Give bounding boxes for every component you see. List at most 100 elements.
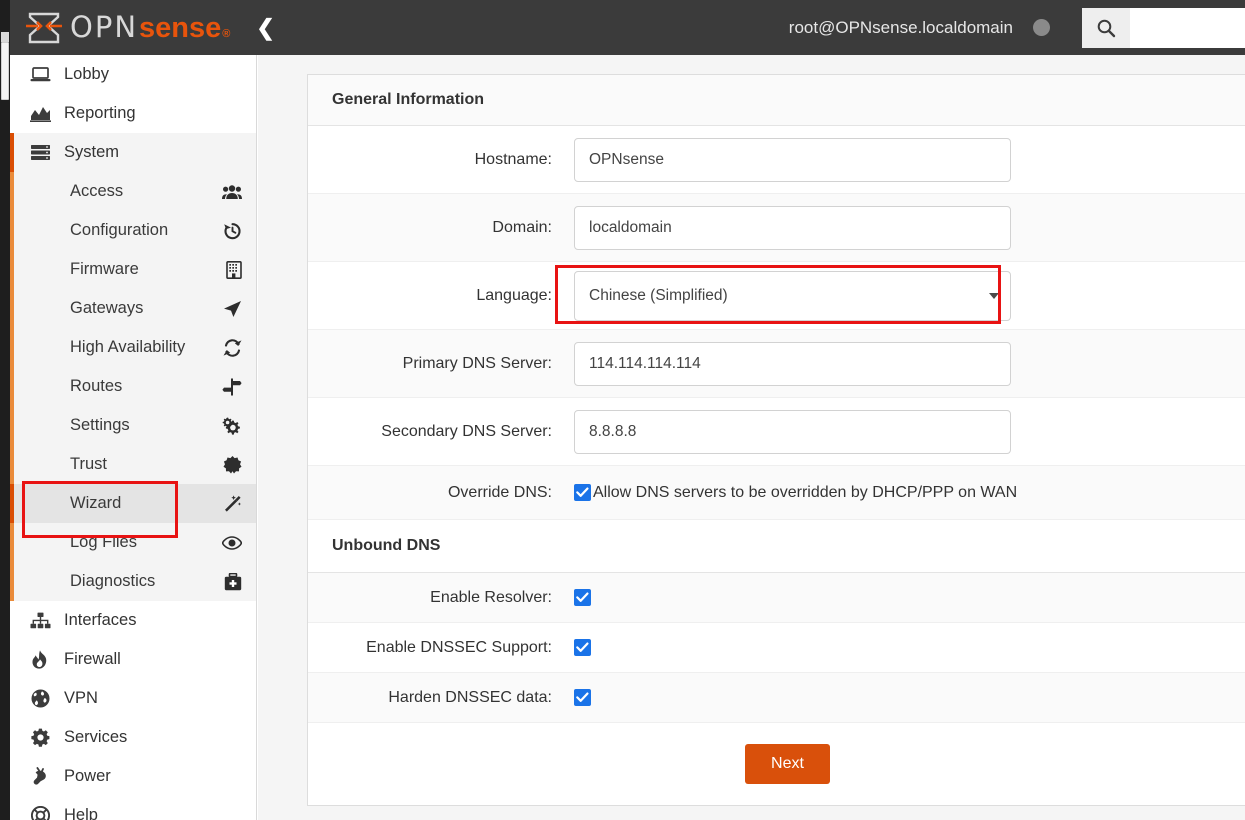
harden-dnssec-checkbox[interactable] xyxy=(574,689,591,706)
form-row-harden-dnssec: Harden DNSSEC data: xyxy=(308,673,1245,723)
opnsense-logo[interactable]: OPN sense ® xyxy=(24,11,230,45)
sidebar-item-label: Log Files xyxy=(70,533,137,551)
check-icon xyxy=(576,592,589,602)
panel-title-general-information: General Information xyxy=(308,75,1245,126)
enable-resolver-checkbox[interactable] xyxy=(574,589,591,606)
sidebar-item-firewall[interactable]: Firewall xyxy=(10,640,256,679)
language-select[interactable]: Chinese (Simplified) xyxy=(574,270,1011,321)
sidebar-item-power[interactable]: Power xyxy=(10,757,256,796)
scrollbar-thumb[interactable] xyxy=(1,42,9,100)
sidebar-item-label: Configuration xyxy=(70,221,169,239)
power-plug-icon xyxy=(28,767,52,786)
opnsense-logo-mark-icon xyxy=(24,11,64,45)
gear-icon xyxy=(28,728,52,747)
logo-opn-text: OPN xyxy=(70,9,139,44)
logo-registered-mark: ® xyxy=(222,27,231,40)
sidebar-item-label: Interfaces xyxy=(64,611,137,629)
sidebar-item-settings[interactable]: Settings xyxy=(14,406,256,445)
sidebar-item-label: Access xyxy=(70,182,124,200)
magic-wand-icon xyxy=(220,494,242,513)
chart-area-icon xyxy=(28,105,52,122)
status-indicator-dot xyxy=(1033,19,1050,36)
sidebar-item-routes[interactable]: Routes xyxy=(14,367,256,406)
form-row-language: Language: Chinese (Simplified) xyxy=(308,262,1245,330)
refresh-sync-icon xyxy=(220,338,242,357)
sidebar-item-label: Help xyxy=(64,806,98,820)
language-select-wrapper[interactable]: Chinese (Simplified) xyxy=(574,270,1011,321)
sidebar-item-help[interactable]: Help xyxy=(10,796,256,820)
form-row-secondary-dns: Secondary DNS Server: xyxy=(308,398,1245,466)
main-sidebar: Lobby Reporting System Access Configurat… xyxy=(10,55,257,820)
sidebar-group-label: System xyxy=(64,143,120,161)
primary-dns-control xyxy=(574,341,1245,386)
harden-dnssec-label: Harden DNSSEC data: xyxy=(388,688,552,706)
sidebar-item-interfaces[interactable]: Interfaces xyxy=(10,601,256,640)
history-icon xyxy=(220,222,242,240)
server-stack-icon xyxy=(28,144,52,161)
sidebar-item-label: Firewall xyxy=(64,650,121,668)
sitemap-icon xyxy=(28,612,52,629)
sidebar-item-high-availability[interactable]: High Availability xyxy=(14,328,256,367)
sidebar-item-label: Trust xyxy=(70,455,107,473)
secondary-dns-control xyxy=(574,409,1245,454)
hostname-label: Hostname: xyxy=(474,150,552,168)
sidebar-item-lobby[interactable]: Lobby xyxy=(10,55,256,94)
form-row-enable-resolver: Enable Resolver: xyxy=(308,573,1245,623)
sidebar-item-label: Firmware xyxy=(70,260,139,278)
panel-footer: Next xyxy=(308,723,1245,805)
sidebar-item-label: VPN xyxy=(64,689,98,707)
sidebar-item-vpn[interactable]: VPN xyxy=(10,679,256,718)
harden-dnssec-control xyxy=(574,689,1245,706)
sidebar-item-label: Gateways xyxy=(70,299,144,317)
sidebar-item-label: Services xyxy=(64,728,128,746)
sidebar-item-label: Settings xyxy=(70,416,130,434)
form-row-hostname: Hostname: xyxy=(308,126,1245,194)
content-area: General Information Hostname: Domain: La… xyxy=(258,55,1245,820)
primary-dns-label: Primary DNS Server: xyxy=(402,354,552,372)
hostname-input[interactable] xyxy=(574,137,1011,182)
enable-resolver-control xyxy=(574,589,1245,606)
sidebar-collapse-chevron-left-icon[interactable]: ❮ xyxy=(256,16,274,39)
form-row-enable-dnssec: Enable DNSSEC Support: xyxy=(308,623,1245,673)
sidebar-item-access[interactable]: Access xyxy=(14,172,256,211)
sidebar-item-diagnostics[interactable]: Diagnostics xyxy=(14,562,256,601)
next-button[interactable]: Next xyxy=(745,744,830,784)
building-icon xyxy=(220,260,242,279)
primary-dns-input[interactable] xyxy=(574,341,1011,386)
sidebar-item-label: Power xyxy=(64,767,111,785)
scrollbar-up-arrow[interactable] xyxy=(1,32,9,42)
current-user-label: root@OPNsense.localdomain xyxy=(788,17,1013,37)
sidebar-item-configuration[interactable]: Configuration xyxy=(14,211,256,250)
form-row-domain: Domain: xyxy=(308,194,1245,262)
sidebar-group-header-system[interactable]: System xyxy=(10,133,256,172)
sidebar-item-reporting[interactable]: Reporting xyxy=(10,94,256,133)
search-input[interactable] xyxy=(1130,7,1245,48)
secondary-dns-input[interactable] xyxy=(574,409,1011,454)
laptop-icon xyxy=(28,66,52,83)
certificate-icon xyxy=(220,455,242,474)
sidebar-item-trust[interactable]: Trust xyxy=(14,445,256,484)
enable-dnssec-control xyxy=(574,639,1245,656)
override-dns-control: Allow DNS servers to be overridden by DH… xyxy=(574,484,1245,502)
sidebar-item-label: Reporting xyxy=(64,104,136,122)
sidebar-item-label: Diagnostics xyxy=(70,572,156,590)
browser-scrollbar[interactable] xyxy=(0,0,10,820)
language-control: Chinese (Simplified) xyxy=(574,270,1245,321)
override-dns-checkbox[interactable] xyxy=(574,484,591,501)
search-icon xyxy=(1097,19,1116,37)
sidebar-item-label: Routes xyxy=(70,377,123,395)
sidebar-item-log-files[interactable]: Log Files xyxy=(14,523,256,562)
sidebar-item-wizard[interactable]: Wizard xyxy=(10,484,256,523)
sidebar-item-services[interactable]: Services xyxy=(10,718,256,757)
sidebar-item-firmware[interactable]: Firmware xyxy=(14,250,256,289)
sidebar-item-gateways[interactable]: Gateways xyxy=(14,289,256,328)
enable-dnssec-checkbox[interactable] xyxy=(574,639,591,656)
globe-icon xyxy=(28,689,52,708)
form-row-primary-dns: Primary DNS Server: xyxy=(308,330,1245,398)
opnsense-logo-text: OPN sense ® xyxy=(70,9,231,44)
sidebar-group-system: System Access Configuration Firmware Gat… xyxy=(10,133,256,601)
search-button[interactable] xyxy=(1082,7,1130,48)
check-icon xyxy=(576,692,589,702)
hostname-control xyxy=(574,137,1245,182)
domain-input[interactable] xyxy=(574,205,1011,250)
